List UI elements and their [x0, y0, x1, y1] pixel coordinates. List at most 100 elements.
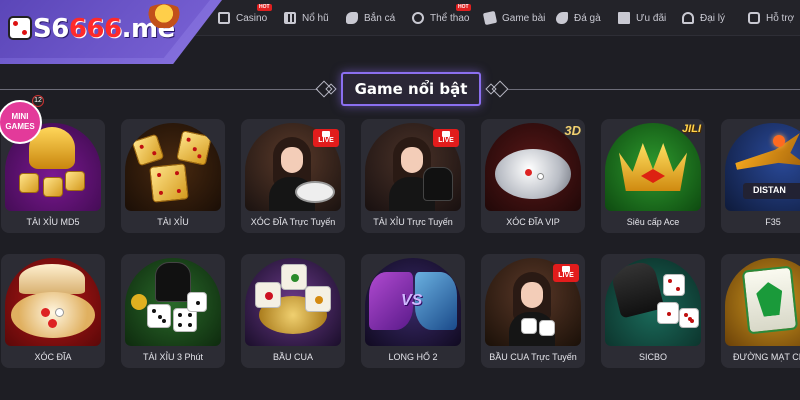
title-divider-left: [0, 89, 318, 90]
dice-icon: [539, 320, 555, 336]
game-card-long-ho-2[interactable]: VS LONG HỔ 2: [361, 254, 465, 368]
game-thumbnail: [605, 258, 701, 346]
nav-item-no-hu[interactable]: Nổ hũ: [284, 0, 346, 36]
nav-item-ban-ca[interactable]: Bắn cá: [346, 0, 412, 36]
dice-icon: [131, 133, 165, 167]
game-grid: TÀI XỈU MD5 MINI GAMES 12 TÀI XỈU LIVE X…: [0, 95, 800, 400]
dice-icon: [657, 302, 679, 324]
game-label: LONG HỔ 2: [388, 352, 438, 362]
nav-item-game-bai[interactable]: Game bài: [482, 0, 556, 36]
logo-part-2: 6: [51, 14, 69, 44]
live-badge: LIVE: [433, 129, 459, 147]
nav-item-the-thao[interactable]: Thể thao HOT: [412, 0, 484, 36]
rooster-icon: [556, 12, 568, 24]
game-label: Siêu cấp Ace: [626, 217, 680, 227]
game-thumbnail: [125, 123, 221, 211]
chip-icon: [537, 173, 544, 180]
game-label: TÀI XỈU Trực Tuyến: [373, 217, 453, 227]
dice-icon: [281, 264, 307, 290]
nav-label: Đá gà: [574, 12, 601, 24]
dice-icon: [149, 163, 189, 203]
game-label: TÀI XỈU 3 Phút: [142, 352, 204, 362]
game-card-bau-cua[interactable]: BẦU CUA: [241, 254, 345, 368]
distan-text: DISTAN: [753, 185, 786, 195]
section-title: Game nổi bật: [341, 72, 481, 106]
bowl-lid-icon: [19, 264, 85, 294]
dice-icon: [305, 286, 331, 312]
hot-badge: HOT: [456, 4, 471, 11]
plate-icon: [295, 181, 335, 203]
game-card-tai-xiu-truc-tuyen[interactable]: LIVE TÀI XỈU Trực Tuyến: [361, 119, 465, 233]
dice-icon: [43, 177, 63, 197]
game-card-duong-mat-chu[interactable]: ĐƯỜNG MẠT CHƯ: [721, 254, 800, 368]
dice-icon: [521, 318, 537, 334]
nav-label: Thể thao: [430, 12, 470, 24]
game-thumbnail: [605, 123, 701, 211]
game-label: TÀI XỈU: [157, 217, 189, 227]
dice-icon: [19, 173, 39, 193]
slot-icon: [284, 12, 296, 24]
mahjong-tile-icon: [741, 265, 799, 335]
dice-icon: [255, 282, 281, 308]
logo-part-3: 666: [68, 14, 122, 44]
nav-label: Đại lý: [700, 12, 726, 24]
casino-icon: [218, 12, 230, 24]
game-label: ĐƯỜNG MẠT CHƯ: [733, 352, 800, 362]
fish-icon: [346, 12, 358, 24]
sports-icon: [412, 12, 424, 24]
dice-icon: [65, 171, 85, 191]
game-card-tai-xiu[interactable]: TÀI XỈU: [121, 119, 225, 233]
game-label: XÓC ĐĨA Trực Tuyến: [250, 217, 336, 227]
cup-icon: [423, 167, 453, 201]
nav-item-dai-ly[interactable]: Đại lý: [682, 0, 748, 36]
nav-item-ho-tro[interactable]: Hỗ trợ: [748, 0, 800, 36]
dice-icon: [176, 130, 212, 166]
dice-icon: [187, 292, 207, 312]
game-label: F35: [765, 217, 781, 227]
logo-part-1: S: [33, 14, 52, 44]
nav-item-casino[interactable]: Casino HOT: [218, 0, 284, 36]
game-thumbnail: [245, 258, 341, 346]
chip-icon: [41, 308, 50, 317]
game-card-xoc-dia-vip[interactable]: 3D XÓC ĐĨA VIP: [481, 119, 585, 233]
tile-symbol: [755, 281, 784, 318]
jet-icon: [732, 133, 800, 183]
hot-badge: HOT: [257, 4, 272, 11]
gift-icon: [618, 12, 630, 24]
mascot-icon: [143, 4, 185, 28]
explosion-icon: [773, 135, 785, 147]
support-icon: [748, 12, 760, 24]
vs-text: VS: [401, 292, 423, 309]
title-divider-right: [508, 89, 800, 90]
featured-games-header: Game nổi bật: [0, 72, 800, 106]
nav-item-uu-dai[interactable]: Ưu đãi: [618, 0, 682, 36]
game-card-xoc-dia[interactable]: XÓC ĐĨA: [1, 254, 105, 368]
site-logo[interactable]: S6666.me: [0, 0, 222, 64]
nav-item-da-ga[interactable]: Đá gà: [556, 0, 618, 36]
game-card-sieu-cap-ace[interactable]: JILI Siêu cấp Ace: [601, 119, 705, 233]
game-thumbnail: VS: [365, 258, 461, 346]
dice-icon: [679, 308, 699, 328]
game-thumbnail: [125, 258, 221, 346]
game-label: XÓC ĐĨA: [34, 352, 72, 362]
game-card-f35[interactable]: DISTAN F35: [721, 119, 800, 233]
chip-icon: [525, 169, 532, 176]
chip-icon: [55, 308, 64, 317]
nav-label: Hỗ trợ: [766, 12, 795, 24]
plate-icon: [11, 292, 95, 338]
coin-icon: [131, 294, 147, 310]
crown-icon: [619, 143, 687, 191]
nav-label: Casino: [236, 12, 268, 24]
game-card-tai-xiu-3-phut[interactable]: TÀI XỈU 3 Phút: [121, 254, 225, 368]
dice-icon: [147, 304, 171, 328]
game-card-bau-cua-truc-tuyen[interactable]: LIVE BẦU CUA Trực Tuyến: [481, 254, 585, 368]
live-badge: LIVE: [553, 264, 579, 282]
game-label: BẦU CUA: [272, 352, 313, 362]
nav-label: Bắn cá: [364, 12, 396, 24]
game-card-sicbo[interactable]: SICBO: [601, 254, 705, 368]
game-card-xoc-dia-truc-tuyen[interactable]: LIVE XÓC ĐĨA Trực Tuyến: [241, 119, 345, 233]
nav-label: Nổ hũ: [302, 12, 329, 24]
chip-icon: [48, 319, 57, 328]
vip-bowl-icon: [495, 149, 571, 199]
cards-icon: [482, 10, 498, 26]
